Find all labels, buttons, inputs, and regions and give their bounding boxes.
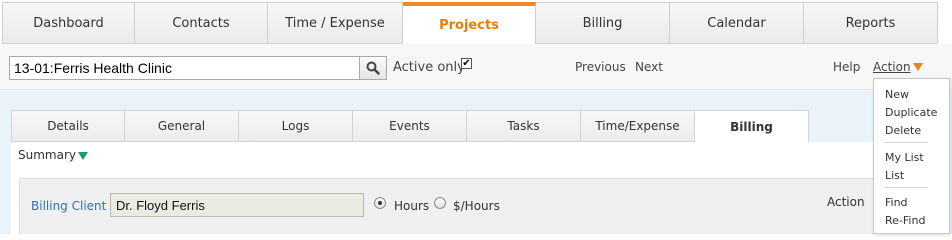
project-sub-nav: Details General Logs Events Tasks Time/E… — [11, 110, 809, 142]
subtab-general[interactable]: General — [125, 110, 239, 142]
nav-tab-time-expense[interactable]: Time / Expense — [268, 2, 403, 44]
nav-tab-contacts[interactable]: Contacts — [135, 2, 268, 44]
subtab-time-expense[interactable]: Time/Expense — [581, 110, 695, 142]
menu-item-new[interactable]: New — [885, 88, 909, 101]
billing-action-link[interactable]: Action — [827, 195, 865, 209]
toolbar: Active only ✔ Previous Next Help Action — [0, 44, 952, 90]
menu-item-delete[interactable]: Delete — [885, 124, 921, 137]
menu-item-find[interactable]: Find — [885, 196, 908, 209]
rate-dollars-per-hour-label: $/Hours — [453, 199, 500, 213]
search-icon — [366, 61, 380, 75]
summary-expand-arrow-icon[interactable] — [78, 152, 88, 160]
active-only-checkbox[interactable]: ✔ — [461, 58, 472, 69]
rate-hours-label: Hours — [394, 199, 430, 213]
menu-item-my-list[interactable]: My List — [885, 151, 924, 164]
nav-tab-calendar[interactable]: Calendar — [670, 2, 804, 44]
menu-divider — [884, 142, 928, 143]
menu-item-duplicate[interactable]: Duplicate — [885, 106, 937, 119]
action-dropdown-arrow-icon[interactable] — [913, 63, 923, 71]
subtab-billing[interactable]: Billing — [695, 110, 809, 142]
subtab-tasks[interactable]: Tasks — [467, 110, 581, 142]
menu-item-list[interactable]: List — [885, 169, 904, 182]
subtab-details[interactable]: Details — [11, 110, 125, 142]
active-only-label: Active only — [393, 60, 465, 75]
previous-link[interactable]: Previous — [575, 60, 626, 74]
nav-tab-dashboard[interactable]: Dashboard — [2, 2, 135, 44]
nav-tab-billing[interactable]: Billing — [536, 2, 670, 44]
rate-hours-radio[interactable] — [374, 197, 386, 209]
menu-item-re-find[interactable]: Re-Find — [885, 214, 925, 227]
menu-divider — [884, 187, 928, 188]
nav-tab-projects[interactable]: Projects — [403, 2, 536, 44]
subtab-events[interactable]: Events — [353, 110, 467, 142]
main-nav: Dashboard Contacts Time / Expense Projec… — [2, 2, 938, 44]
project-search-input[interactable] — [9, 56, 360, 80]
action-dropdown-menu: New Duplicate Delete My List List Find R… — [873, 78, 950, 234]
action-menu-link[interactable]: Action — [873, 60, 911, 74]
billing-client-label[interactable]: Billing Client — [31, 199, 106, 213]
rate-dollars-per-hour-radio[interactable] — [434, 197, 446, 209]
search-button[interactable] — [359, 56, 387, 80]
subtab-logs[interactable]: Logs — [239, 110, 353, 142]
help-link[interactable]: Help — [833, 60, 860, 74]
next-link[interactable]: Next — [635, 60, 663, 74]
summary-toggle[interactable]: Summary — [18, 148, 76, 162]
nav-tab-reports[interactable]: Reports — [804, 2, 938, 44]
billing-client-field[interactable] — [110, 193, 364, 217]
